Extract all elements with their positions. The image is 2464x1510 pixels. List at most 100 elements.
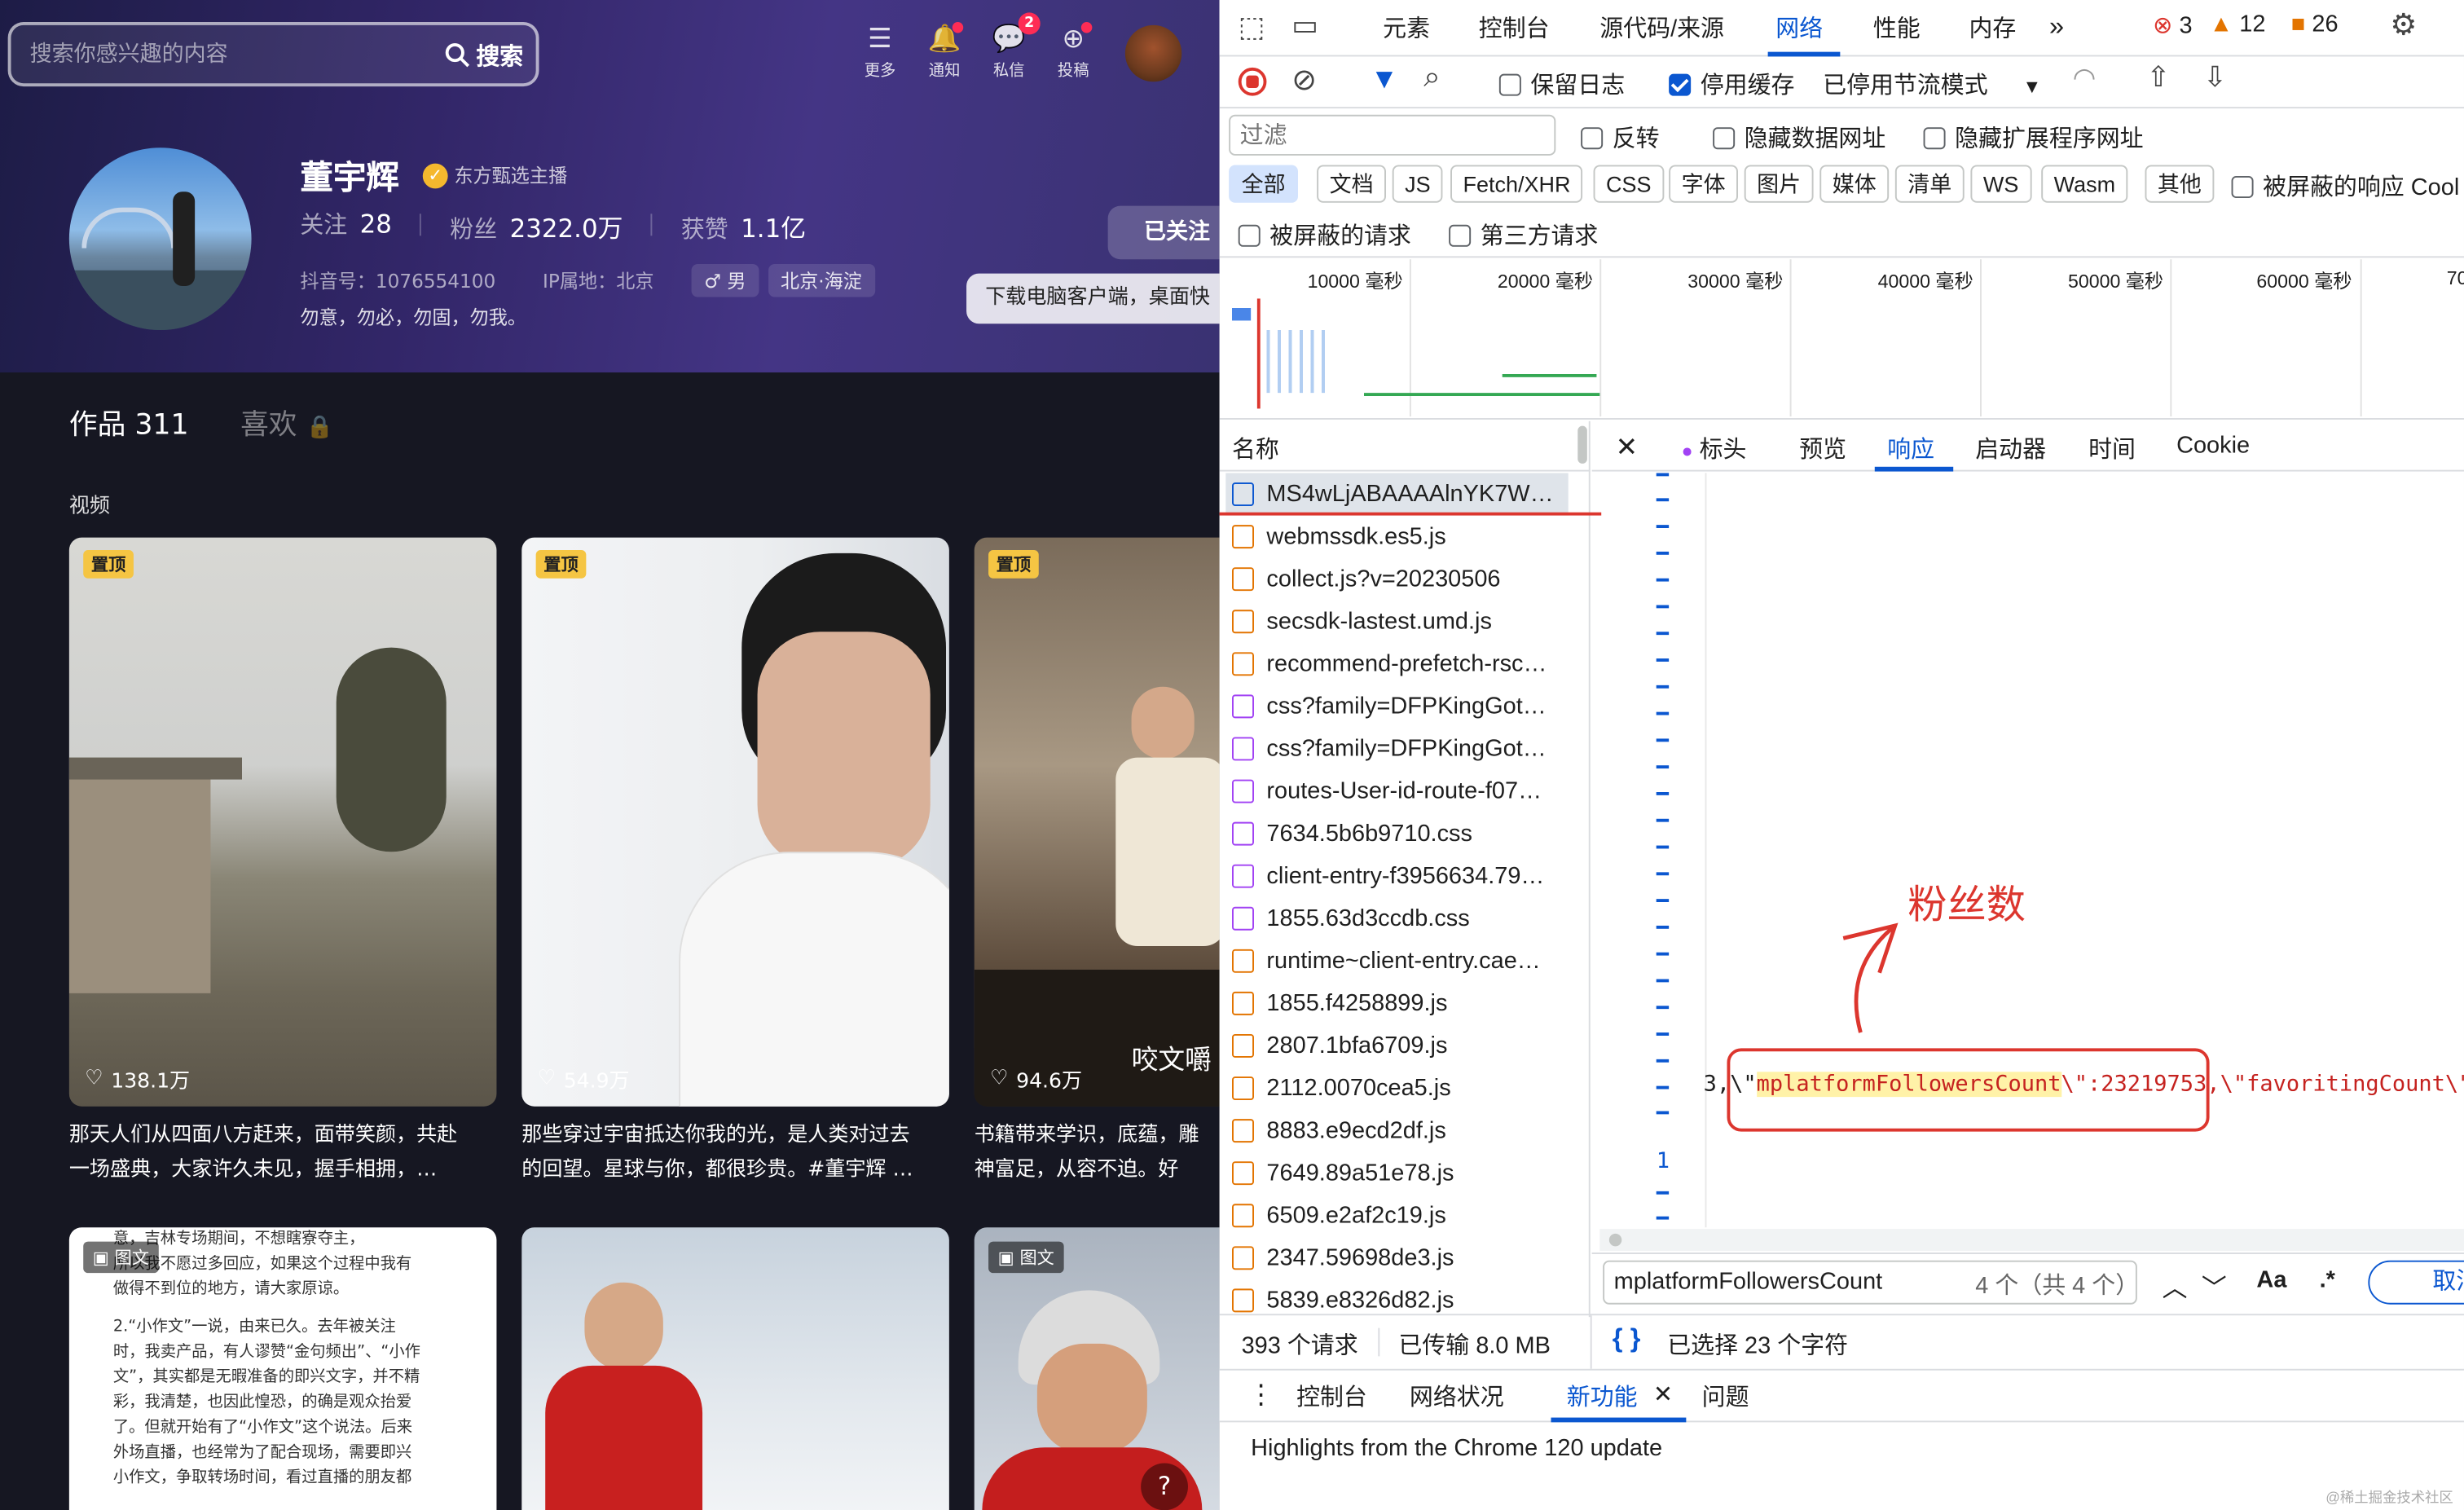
settings-gear-icon[interactable]: ⚙: [2390, 8, 2417, 44]
error-count[interactable]: ⊗ 3: [2153, 11, 2192, 39]
network-conditions-icon[interactable]: ◠: [2073, 63, 2097, 95]
tab-likes[interactable]: 喜欢 🔒: [240, 403, 333, 443]
request-row[interactable]: collect.js?v=20230506: [1225, 558, 1568, 601]
request-row[interactable]: css?family=DFPKingGot…: [1225, 728, 1568, 770]
drawer-tab-network-conditions[interactable]: 网络状况: [1410, 1380, 1504, 1412]
request-row[interactable]: 2807.1bfa6709.js: [1225, 1024, 1568, 1067]
type-other[interactable]: 其他: [2145, 165, 2215, 203]
type-img[interactable]: 图片: [1744, 165, 1814, 203]
hide-data-urls-checkbox[interactable]: [1713, 127, 1736, 150]
blocked-requests-toggle[interactable]: 被屏蔽的请求: [1238, 218, 1411, 251]
stat-followers[interactable]: 粉丝 2322.0万: [450, 208, 623, 245]
pretty-print-icon[interactable]: { }: [1613, 1323, 1641, 1355]
video-card[interactable]: [521, 1227, 949, 1510]
tab-headers[interactable]: ● 标头: [1682, 432, 1747, 465]
hide-ext-urls-checkbox[interactable]: [1923, 127, 1946, 150]
type-font[interactable]: 字体: [1669, 165, 1738, 203]
request-row[interactable]: 1855.63d3ccdb.css: [1225, 897, 1568, 940]
filter-icon[interactable]: ▼: [1371, 63, 1398, 95]
request-row[interactable]: 5839.e8326d82.js: [1225, 1279, 1568, 1315]
tab-preview[interactable]: 预览: [1799, 432, 1846, 465]
response-search-input[interactable]: mplatformFollowersCount 4 个（共 4 个）: [1603, 1260, 2139, 1305]
tab-console[interactable]: 控制台: [1479, 11, 1550, 43]
search-button[interactable]: 搜索: [445, 34, 523, 75]
request-row[interactable]: webmssdk.es5.js: [1225, 516, 1568, 558]
tab-performance[interactable]: 性能: [1873, 11, 1921, 43]
tab-network[interactable]: 网络: [1775, 11, 1823, 43]
invert-toggle[interactable]: 反转: [1581, 121, 1660, 153]
regex-button[interactable]: .*: [2320, 1266, 2335, 1293]
issue-count[interactable]: ■ 26: [2291, 11, 2339, 37]
search-input[interactable]: [29, 39, 431, 71]
tab-works[interactable]: 作品 311: [69, 403, 189, 443]
inspect-icon[interactable]: ⬚: [1239, 11, 1265, 43]
match-case-button[interactable]: Aa: [2256, 1266, 2286, 1293]
filter-input[interactable]: [1229, 114, 1556, 156]
tab-initiator[interactable]: 启动器: [1975, 432, 2046, 465]
type-ws[interactable]: WS: [1970, 165, 2031, 203]
video-caption[interactable]: 书籍带来学识，底蕴，雕 神富足，从容不迫。好: [975, 1119, 1220, 1188]
request-row[interactable]: MS4wLjABAAAAlnYK7W…: [1225, 473, 1569, 516]
followed-button[interactable]: 已关注: [1107, 205, 1220, 260]
device-toggle-icon[interactable]: ▭: [1291, 10, 1318, 42]
user-avatar[interactable]: [1124, 24, 1182, 82]
type-doc[interactable]: 文档: [1317, 165, 1386, 203]
request-row[interactable]: 6509.e2af2c19.js: [1225, 1195, 1568, 1237]
tab-elements[interactable]: 元素: [1383, 11, 1430, 43]
name-column-header[interactable]: 名称: [1232, 432, 1279, 465]
request-row[interactable]: routes-User-id-route-f07…: [1225, 770, 1568, 812]
request-row[interactable]: client-entry-f3956634.79…: [1225, 855, 1568, 897]
tab-cookie[interactable]: Cookie: [2176, 432, 2250, 459]
nav-upload[interactable]: ⊕ 投稿: [1045, 21, 1101, 80]
record-stop-icon[interactable]: [1238, 67, 1267, 96]
type-all[interactable]: 全部: [1229, 165, 1298, 203]
image-text-card[interactable]: ▣ 图文 ?: [974, 1227, 1220, 1510]
drawer-tab-whats-new[interactable]: 新功能: [1567, 1380, 1638, 1412]
close-icon[interactable]: ✕: [1616, 432, 1638, 464]
request-row[interactable]: 7634.5b6b9710.css: [1225, 812, 1568, 855]
video-card[interactable]: 置顶 咬文嚼 ♡ 94.6万: [974, 537, 1220, 1107]
video-caption[interactable]: 那些穿过宇宙抵达你我的光，是人类对过去 的回望。星球与你，都很珍贵。#董宇辉 …: [521, 1119, 949, 1188]
search-prev-icon[interactable]: ︿: [2156, 1266, 2193, 1304]
blocked-response-toggle[interactable]: 被屏蔽的响应 Cool: [2231, 169, 2459, 202]
type-js[interactable]: JS: [1392, 165, 1444, 203]
request-row[interactable]: recommend-prefetch-rsc…: [1225, 643, 1568, 685]
invert-checkbox[interactable]: [1581, 127, 1604, 150]
download-client-tip[interactable]: 下载电脑客户端，桌面快: [966, 273, 1220, 324]
tab-sources[interactable]: 源代码/来源: [1599, 11, 1724, 43]
hide-data-urls-toggle[interactable]: 隐藏数据网址: [1713, 121, 1885, 153]
type-media[interactable]: 媒体: [1819, 165, 1890, 203]
preserve-log-checkbox[interactable]: [1498, 73, 1521, 96]
request-row[interactable]: runtime~client-entry.cae…: [1225, 940, 1568, 982]
clear-icon[interactable]: ⊘: [1291, 63, 1317, 99]
request-row[interactable]: css?family=DFPKingGot…: [1225, 685, 1568, 728]
disable-cache-toggle[interactable]: 停用缓存: [1669, 68, 1794, 100]
image-text-card[interactable]: 意，吉林专场期间，不想瞎寮夺主， 所以我不愿过多回应，如果这个过程中我有 做得不…: [68, 1227, 497, 1510]
type-fetch[interactable]: Fetch/XHR: [1450, 165, 1583, 203]
drawer-tab-issues[interactable]: 问题: [1702, 1380, 1749, 1412]
horizontal-scrollbar[interactable]: [1599, 1229, 2464, 1252]
request-row[interactable]: secsdk-lastest.umd.js: [1225, 601, 1568, 643]
video-card[interactable]: 置顶 ♡ 54.9万: [521, 537, 949, 1107]
request-row[interactable]: 2347.59698de3.js: [1225, 1237, 1568, 1279]
import-har-icon[interactable]: ⇧: [2146, 61, 2170, 94]
type-css[interactable]: CSS: [1593, 165, 1664, 203]
stat-following[interactable]: 关注 28: [300, 208, 392, 245]
export-har-icon[interactable]: ⇩: [2203, 61, 2227, 94]
request-row[interactable]: 2112.0070cea5.js: [1225, 1067, 1568, 1109]
nav-message[interactable]: 💬 2 私信: [980, 12, 1041, 80]
third-party-checkbox[interactable]: [1449, 224, 1472, 247]
drawer-tab-console[interactable]: 控制台: [1296, 1380, 1367, 1412]
tab-timing[interactable]: 时间: [2088, 432, 2136, 465]
drawer-menu-icon[interactable]: ⋮: [1247, 1380, 1274, 1411]
blocked-requests-checkbox[interactable]: [1238, 224, 1261, 247]
nav-notify[interactable]: 🔔 通知: [916, 21, 972, 80]
video-card[interactable]: 置顶 ♡ 138.1万: [68, 537, 497, 1107]
help-icon[interactable]: ?: [1141, 1463, 1188, 1510]
hide-ext-urls-toggle[interactable]: 隐藏扩展程序网址: [1923, 121, 2144, 153]
third-party-toggle[interactable]: 第三方请求: [1449, 218, 1598, 251]
tab-memory[interactable]: 内存: [1969, 11, 2016, 43]
request-row[interactable]: 1855.f4258899.js: [1225, 982, 1568, 1024]
tab-response[interactable]: 响应: [1887, 432, 1934, 465]
blocked-response-checkbox[interactable]: [2231, 175, 2254, 198]
